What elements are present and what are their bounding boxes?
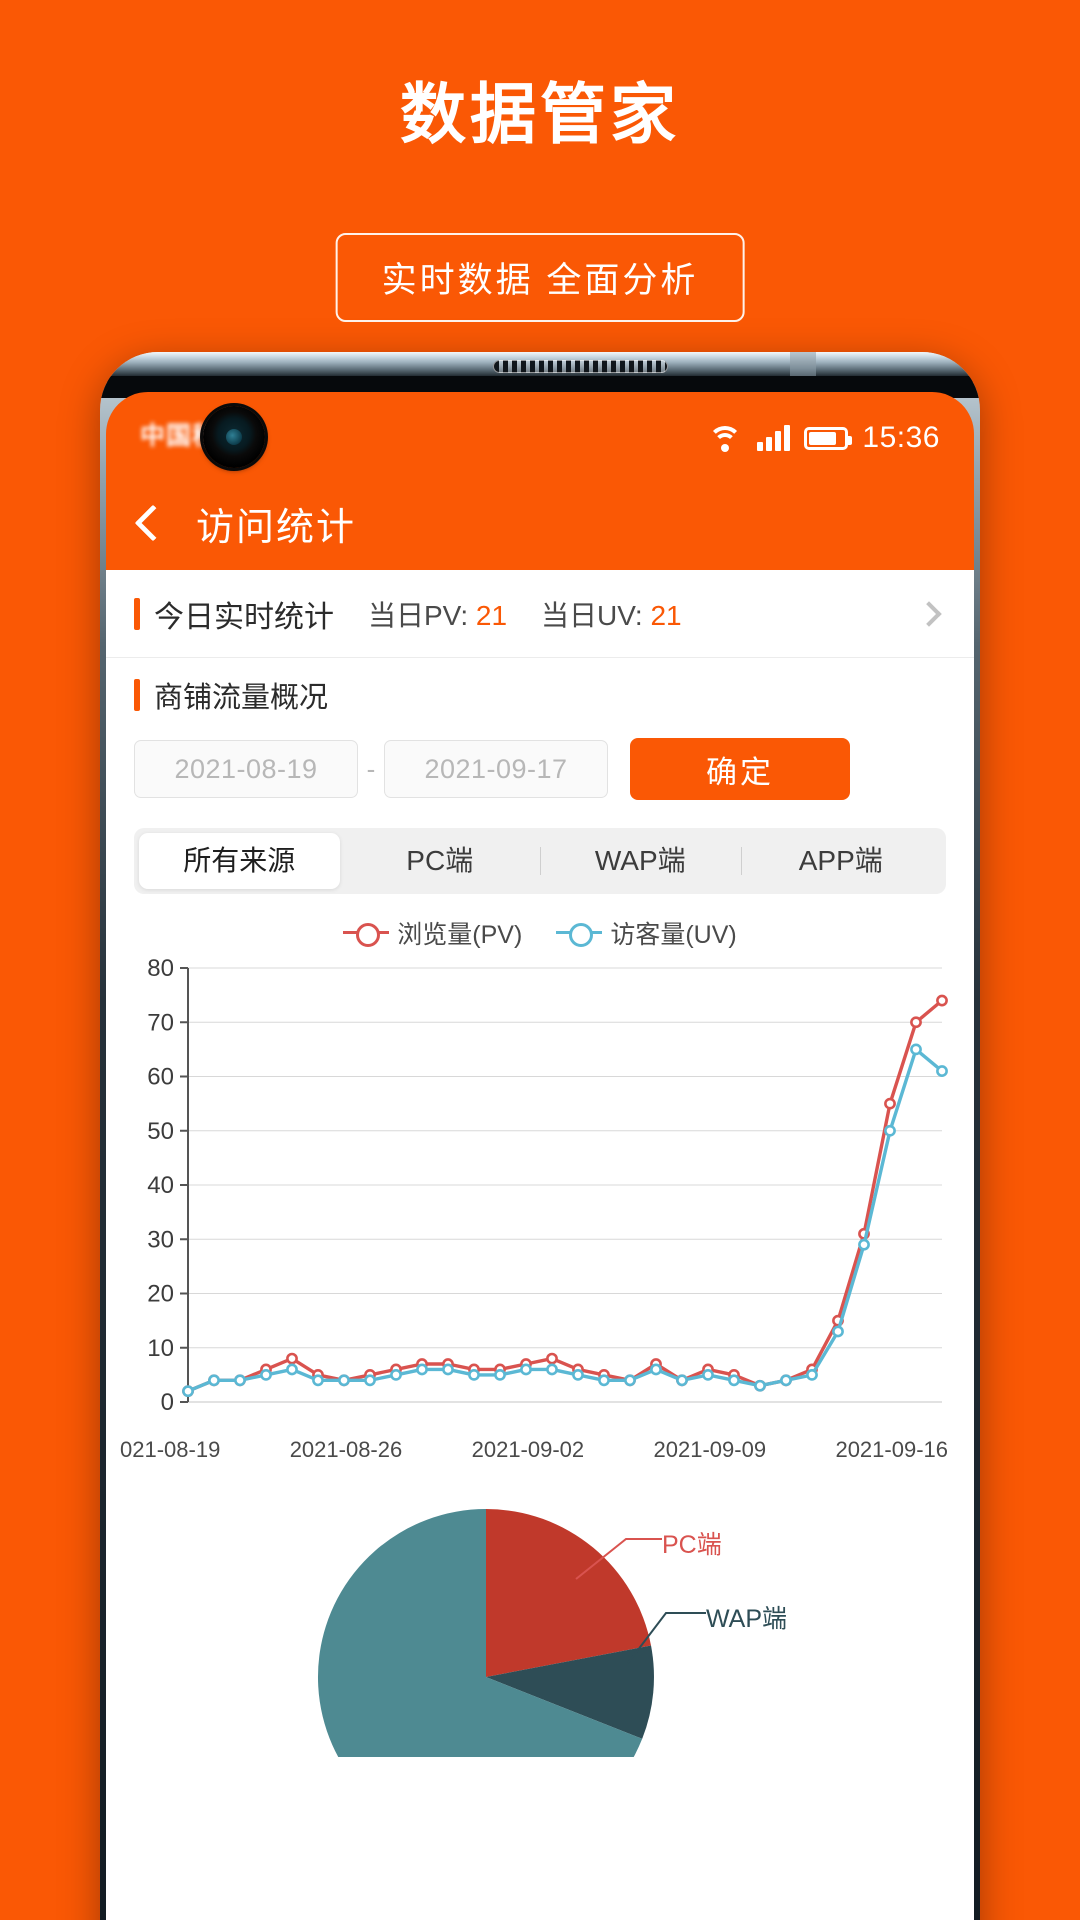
realtime-stats-row[interactable]: 今日实时统计 当日PV: 21 当日UV: 21 [106,570,974,658]
front-camera-punch-hole [203,406,265,468]
realtime-uv: 当日UV: 21 [541,594,682,634]
realtime-uv-label: 当日UV: [541,599,643,631]
realtime-uv-value: 21 [650,599,682,631]
promo-subtitle-pill: 实时数据 全面分析 [335,233,745,322]
legend-marker-uv-icon [556,922,603,947]
svg-text:40: 40 [147,1172,174,1199]
legend-label-uv: 访客量(UV) [610,921,737,949]
tab-app[interactable]: APP端 [740,833,942,889]
svg-text:30: 30 [147,1226,174,1253]
xtick-label: 2021-09-16 [835,1437,948,1462]
svg-text:80: 80 [147,956,174,982]
chart-legend: 浏览量(PV) 访客量(UV) [116,910,964,956]
signal-bars-icon [757,425,791,451]
xtick-label: 2021-09-09 [653,1437,767,1462]
chevron-right-icon[interactable] [916,600,942,627]
svg-text:70: 70 [147,1009,174,1036]
promo-title: 数据管家 [400,77,680,151]
date-range-separator: - [366,753,376,784]
section-accent-bar [134,679,140,711]
svg-text:10: 10 [147,1335,174,1362]
svg-text:0: 0 [161,1389,174,1416]
realtime-title: 今日实时统计 [154,600,334,634]
xtick-label: 2021-08-26 [289,1437,403,1462]
status-bar: 中国移动 15:36 [106,392,974,484]
svg-text:60: 60 [147,1064,174,1091]
content-sheet: 今日实时统计 当日PV: 21 当日UV: 21 商铺流量概况 2021-08-… [106,570,974,1920]
page-title: 访问统计 [196,506,357,549]
pie-annotation-pc: PC端 [662,1531,722,1559]
status-icons: 15:36 [707,421,940,455]
xtick-label: 2021-09-02 [471,1437,585,1462]
realtime-pv: 当日PV: 21 [368,594,507,634]
tab-all-sources[interactable]: 所有来源 [139,833,340,889]
confirm-button[interactable]: 确定 [630,738,850,800]
svg-text:20: 20 [147,1281,174,1308]
pie-annotation-wap: WAP端 [706,1605,788,1633]
nav-bar: 访问统计 [106,484,974,562]
date-start-input[interactable]: 2021-08-19 [134,740,358,798]
overview-title: 商铺流量概况 [154,682,329,714]
section-accent-bar [134,597,140,630]
legend-item-pv: 浏览量(PV) [343,915,522,951]
status-clock: 15:36 [862,421,940,454]
realtime-pv-label: 当日PV: [368,599,469,631]
legend-item-uv: 访客量(UV) [556,915,737,951]
phone-mockup: 中国移动 15:36 访问统计 今日实时统计 当日PV: 21 当日UV: 21… [100,352,980,1920]
line-chart-block: 浏览量(PV) 访客量(UV) 0 10 20 30 40 50 60 70 80 021-08… [106,910,974,1463]
legend-label-pv: 浏览量(PV) [397,921,523,949]
visits-line-chart: 0 10 20 30 40 50 60 70 80 [147,955,948,1416]
line-chart-xaxis: 021-08-19 2021-08-26 2021-09-02 2021-09-… [116,1431,964,1463]
wifi-icon [707,424,743,452]
tab-wap[interactable]: WAP端 [540,833,741,889]
tab-pc[interactable]: PC端 [340,833,541,889]
date-range-row: 2021-08-19 - 2021-09-17 确定 [106,732,974,800]
source-tabs: 所有来源 PC端 WAP端 APP端 [134,828,946,894]
xtick-label: 021-08-19 [120,1437,221,1462]
source-pie-chart-block: PC端 WAP端 [106,1487,974,1845]
back-chevron-icon[interactable] [134,504,172,542]
source-share-pie-chart [317,1509,706,1845]
battery-icon [804,426,853,450]
date-end-input[interactable]: 2021-09-17 [384,740,608,798]
svg-text:50: 50 [147,1118,174,1145]
realtime-pv-value: 21 [475,599,508,631]
overview-header: 商铺流量概况 [106,658,974,732]
earpiece-speaker-icon [493,360,668,373]
legend-marker-pv-icon [343,922,390,947]
phone-screen: 中国移动 15:36 访问统计 今日实时统计 当日PV: 21 当日UV: 21… [106,392,974,1920]
